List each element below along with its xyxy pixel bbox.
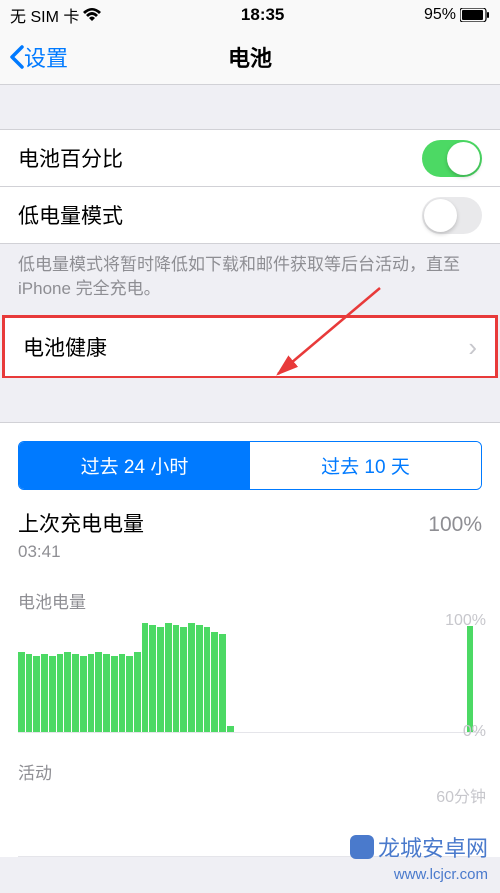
bar — [119, 654, 126, 732]
battery-health-cell[interactable]: 电池健康 › — [5, 318, 495, 376]
status-time: 18:35 — [241, 5, 284, 25]
y-axis-top: 60分钟 — [436, 783, 486, 807]
bar — [41, 654, 48, 732]
battery-percent-switch[interactable] — [422, 140, 482, 177]
bar — [26, 654, 33, 732]
status-left: 无 SIM 卡 — [10, 3, 101, 27]
bar — [57, 654, 64, 732]
nav-bar: 设置 电池 — [0, 30, 500, 85]
battery-percent-cell[interactable]: 电池百分比 — [0, 129, 500, 187]
bar — [103, 654, 110, 732]
carrier-text: 无 SIM 卡 — [10, 3, 79, 27]
status-right: 95% — [424, 6, 490, 24]
bar — [196, 625, 203, 732]
last-charge-percent: 100% — [428, 513, 482, 537]
bar — [149, 625, 156, 732]
battery-chart: 100% 0% — [18, 621, 482, 733]
time-range-segment: 过去 24 小时 过去 10 天 — [18, 441, 482, 490]
y-axis-bottom: 0% — [463, 723, 486, 741]
bar — [467, 626, 474, 731]
bar — [142, 623, 149, 732]
activity-chart-title: 活动 — [18, 759, 482, 784]
watermark-icon — [350, 835, 374, 859]
bar — [219, 634, 226, 732]
bar — [111, 656, 118, 731]
cell-label: 电池百分比 — [18, 143, 123, 173]
bar — [227, 726, 234, 732]
tab-10d[interactable]: 过去 10 天 — [250, 442, 481, 489]
back-label: 设置 — [24, 41, 68, 73]
low-power-switch[interactable] — [422, 197, 482, 234]
last-charge-label: 上次充电电量 — [18, 508, 144, 538]
bar — [72, 654, 79, 732]
battery-chart-block: 电池电量 100% 0% — [0, 562, 500, 733]
cell-label: 低电量模式 — [18, 200, 123, 230]
bar — [165, 623, 172, 732]
chevron-right-icon: › — [468, 334, 477, 360]
usage-section: 过去 24 小时 过去 10 天 上次充电电量 100% 03:41 电池电量 … — [0, 422, 500, 857]
chevron-left-icon — [8, 45, 24, 69]
bar — [134, 652, 141, 732]
y-axis-top: 100% — [445, 612, 486, 630]
watermark-url: www.lcjcr.com — [394, 866, 488, 883]
bar — [188, 623, 195, 732]
bar — [33, 656, 40, 731]
last-charge-time: 03:41 — [0, 538, 500, 562]
bar — [180, 627, 187, 731]
low-power-description: 低电量模式将暂时降低如下载和邮件获取等后台活动，直至 iPhone 完全充电。 — [0, 243, 500, 315]
tab-24h[interactable]: 过去 24 小时 — [19, 442, 250, 489]
bar — [173, 625, 180, 732]
status-bar: 无 SIM 卡 18:35 95% — [0, 0, 500, 30]
watermark-name: 龙城安卓网 — [350, 831, 488, 863]
bar — [80, 656, 87, 731]
battery-percent: 95% — [424, 6, 456, 24]
bar — [49, 656, 56, 731]
wifi-icon — [83, 8, 101, 22]
bar — [204, 627, 211, 731]
page-title: 电池 — [228, 41, 272, 73]
bar — [64, 652, 71, 732]
bar — [88, 654, 95, 732]
low-power-cell[interactable]: 低电量模式 — [0, 186, 500, 244]
cell-label: 电池健康 — [23, 332, 107, 362]
bar — [95, 652, 102, 732]
bar — [126, 656, 133, 731]
battery-icon — [460, 8, 490, 22]
bar — [157, 627, 164, 731]
back-button[interactable]: 设置 — [8, 41, 68, 73]
bar — [211, 632, 218, 732]
highlight-annotation: 电池健康 › — [2, 315, 498, 378]
bar — [18, 652, 25, 732]
battery-chart-title: 电池电量 — [18, 588, 482, 613]
